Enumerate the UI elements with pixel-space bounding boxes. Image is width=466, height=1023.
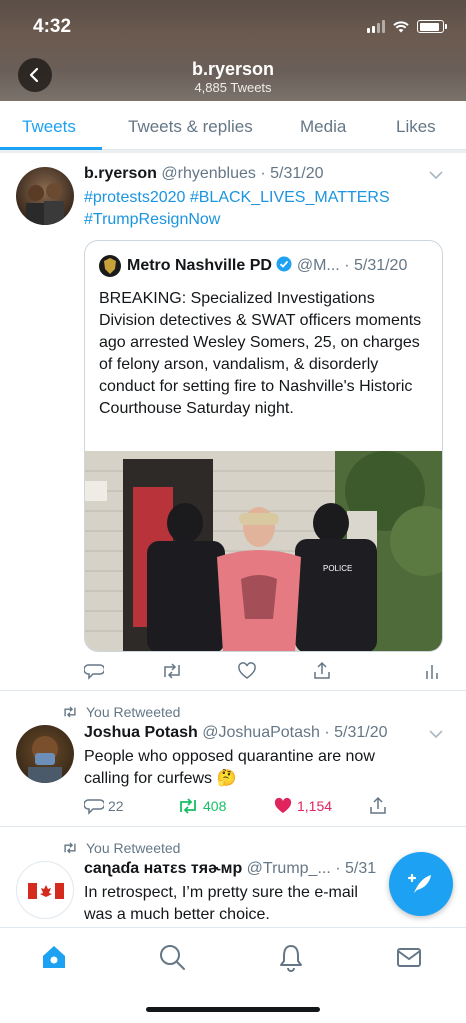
retweet-icon: [180, 798, 196, 814]
analytics-button[interactable]: [424, 661, 440, 681]
search-icon: [160, 945, 185, 970]
nav-home[interactable]: [39, 942, 69, 972]
tweet-text-line-2: was a much better choice.: [84, 906, 270, 923]
like-button[interactable]: 1,154: [273, 796, 332, 816]
profile-tabs: Tweets Tweets & replies Media Likes: [0, 101, 466, 150]
retweeted-label: You Retweeted: [86, 704, 181, 720]
nav-messages[interactable]: [394, 942, 424, 972]
tweet-count: 4,885 Tweets: [194, 80, 272, 95]
status-bar: 4:32: [0, 16, 466, 40]
tab-likes[interactable]: Likes: [396, 117, 436, 137]
messages-icon: [397, 948, 421, 967]
status-time: 4:32: [33, 16, 72, 37]
retweet-button[interactable]: [161, 661, 183, 681]
tweet-text: People who opposed quarantine are now ca…: [84, 748, 375, 787]
share-icon: [370, 796, 386, 814]
display-name[interactable]: Joshua Potash: [84, 724, 198, 741]
quoted-handle-and-date: @M... · 5/31/20: [296, 257, 408, 274]
wifi-icon: [393, 21, 409, 33]
hashtags-line-2[interactable]: #TrumpResignNow: [84, 209, 220, 231]
tweet-text-line-1: In retrospect, I’m pretty sure the e-mai…: [84, 884, 358, 901]
chevron-down-icon[interactable]: [428, 729, 444, 739]
tweet[interactable]: You Retweeted Joshua Potash @JoshuaPotas…: [0, 691, 466, 826]
verified-badge-icon: [276, 256, 292, 272]
quoted-header: Metro Nashville PD @M... · 5/31/20: [127, 256, 407, 275]
tab-media[interactable]: Media: [300, 117, 346, 137]
avatar[interactable]: [16, 167, 74, 225]
profile-name: b.ryerson: [191, 59, 275, 79]
avatar[interactable]: [16, 725, 74, 783]
retweet-button[interactable]: 408: [177, 796, 226, 816]
tweet-header: Joshua Potash @JoshuaPotash · 5/31/20: [84, 724, 388, 742]
retweet-icon: [64, 842, 76, 854]
tab-tweets[interactable]: Tweets: [22, 117, 76, 137]
nav-search[interactable]: [157, 942, 187, 972]
display-name[interactable]: b.ryerson: [84, 165, 157, 182]
arrest-photo[interactable]: POLICE: [85, 451, 442, 651]
quoted-tweet[interactable]: Metro Nashville PD @M... · 5/31/20 BREAK…: [84, 240, 443, 652]
handle-and-date: @Trump_... · 5/31: [246, 860, 377, 877]
hashtags-line-1[interactable]: #protests2020 #BLACK_LIVES_MATTERS: [84, 187, 390, 209]
retweet-icon: [64, 706, 76, 718]
share-button[interactable]: [312, 661, 332, 681]
tab-tweets-replies[interactable]: Tweets & replies: [128, 117, 253, 137]
reply-count: 22: [108, 798, 124, 814]
share-icon: [314, 661, 330, 679]
chevron-down-icon[interactable]: [428, 170, 444, 180]
like-count: 1,154: [297, 798, 333, 814]
like-button[interactable]: [237, 661, 257, 681]
share-button[interactable]: [368, 796, 388, 816]
reply-button[interactable]: [84, 661, 104, 681]
tweet-header: caɳaɗa нaтεs тяɚмp @Trump_... · 5/31: [84, 860, 376, 878]
status-icons: [367, 20, 447, 33]
notifications-icon: [280, 945, 302, 972]
retweet-context: You Retweeted: [62, 704, 180, 720]
tweet[interactable]: b.ryerson @rhyenblues · 5/31/20 #protest…: [0, 153, 466, 690]
cellular-signal-icon: [367, 20, 385, 33]
reply-icon: [84, 664, 104, 680]
reply-button[interactable]: 22: [84, 796, 124, 816]
retweet-count: 408: [203, 798, 227, 814]
home-icon: [43, 946, 65, 968]
vest-label: POLICE: [323, 564, 352, 573]
like-icon: [238, 662, 256, 679]
tweet-header: b.ryerson @rhyenblues · 5/31/20: [84, 165, 324, 183]
profile-header: 4:32 b.ryerson 4,885 Tweets: [0, 0, 466, 101]
compose-tweet-button[interactable]: [389, 852, 453, 916]
home-indicator: [146, 1007, 320, 1012]
battery-icon: [417, 20, 447, 33]
reply-icon: [84, 799, 104, 815]
quoted-text: BREAKING: Specialized Investigations Div…: [99, 290, 422, 417]
avatar-photo: [26, 183, 64, 225]
police-badge-avatar: [99, 255, 121, 277]
handle-and-date: @JoshuaPotash · 5/31/20: [202, 724, 388, 741]
compose-tweet-icon: [407, 873, 431, 893]
retweet-icon: [164, 663, 180, 679]
canada-flag-icon: [28, 883, 64, 899]
like-icon: [274, 797, 292, 813]
analytics-icon: [426, 665, 438, 679]
avatar-photo: [28, 736, 62, 783]
nav-notifications[interactable]: [276, 942, 306, 972]
avatar[interactable]: [16, 861, 74, 919]
retweeted-label: You Retweeted: [86, 840, 181, 856]
retweet-context: You Retweeted: [62, 840, 180, 856]
quoted-display-name: Metro Nashville PD: [127, 257, 272, 274]
display-name[interactable]: caɳaɗa нaтεs тяɚмp: [84, 860, 242, 877]
handle-and-date: @rhyenblues · 5/31/20: [161, 165, 324, 182]
